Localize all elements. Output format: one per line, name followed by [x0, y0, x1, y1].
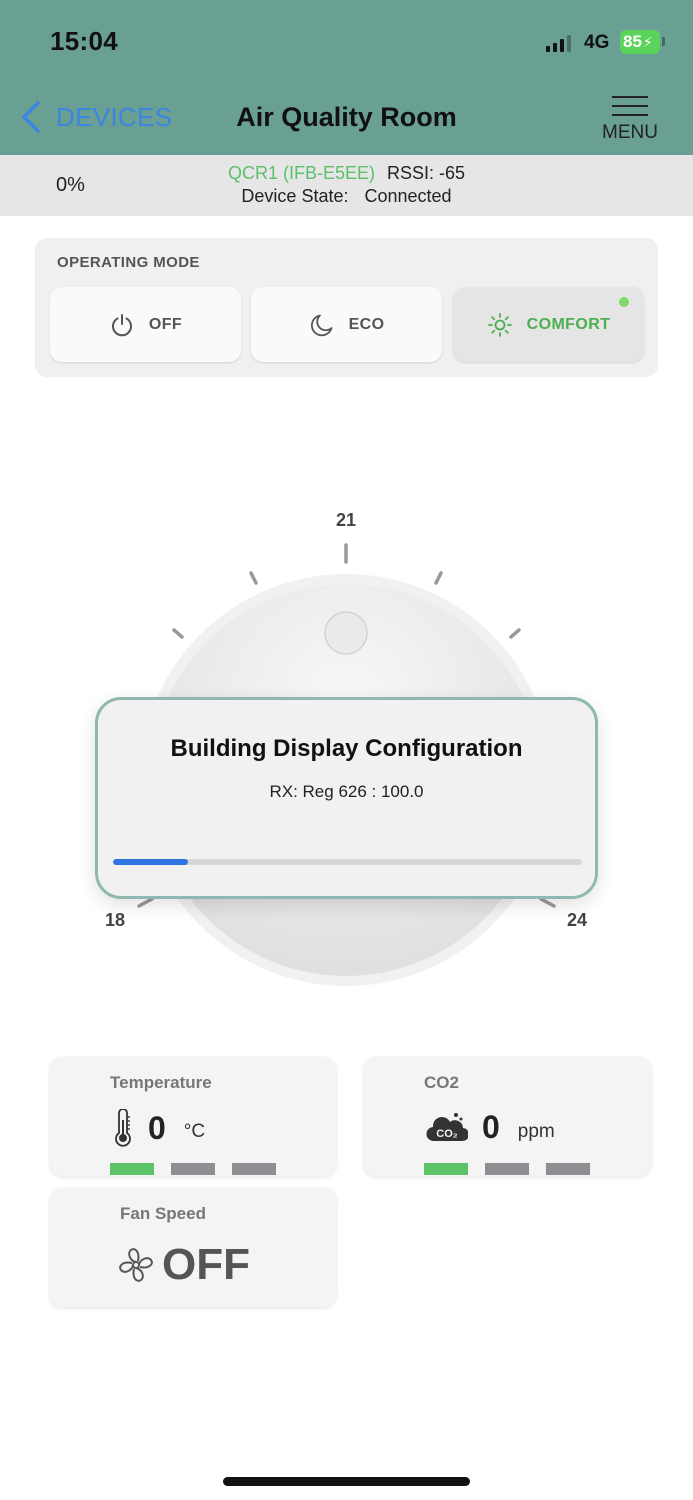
temperature-card: Temperature 0 °C: [50, 1057, 336, 1176]
menu-button[interactable]: MENU: [598, 96, 662, 144]
charging-bolt-icon: ⚡: [642, 33, 653, 50]
page-title: Air Quality Room: [236, 102, 457, 132]
back-label: DEVICES: [56, 101, 173, 132]
menu-label: MENU: [602, 122, 658, 143]
temperature-unit: °C: [183, 1121, 206, 1142]
cell-signal-icon: [546, 34, 571, 52]
mode-eco-button[interactable]: ECO: [251, 287, 442, 362]
svg-text:CO₂: CO₂: [436, 1128, 458, 1140]
home-indicator[interactable]: [223, 1477, 470, 1486]
battery-cap: [662, 37, 665, 46]
dialog-message: RX: Reg 626 : 100.0: [269, 782, 424, 801]
mode-comfort-label: COMFORT: [526, 315, 611, 333]
level-segment-2: [171, 1163, 215, 1175]
dial-label-mid: 21: [336, 510, 357, 530]
active-indicator-dot: [619, 297, 629, 307]
device-status-bar: 0% QCR1 (IFB-E5EE) RSSI: -65 Device State…: [0, 155, 693, 216]
rssi-value: RSSI: -65: [387, 163, 466, 183]
dialog-title: Building Display Configuration: [170, 735, 523, 762]
chevron-left-icon: [22, 101, 40, 133]
operating-mode-title: OPERATING MODE: [57, 254, 200, 271]
co2-unit: ppm: [517, 1120, 555, 1142]
temperature-level-bar: [110, 1163, 276, 1175]
co2-cloud-icon: CO₂: [426, 1112, 468, 1141]
config-progress-dialog: Building Display Configuration RX: Reg 6…: [95, 697, 598, 899]
co2-title: CO2: [424, 1073, 459, 1092]
device-name: QCR1 (IFB-E5EE): [227, 163, 375, 183]
fan-icon: [119, 1248, 153, 1282]
status-time: 15:04: [50, 26, 118, 56]
fan-speed-value: OFF: [162, 1240, 250, 1289]
operating-mode-panel: OPERATING MODE OFF ECO COMFORT: [35, 238, 658, 377]
mode-off-label: OFF: [148, 315, 183, 333]
sun-icon: [487, 312, 512, 337]
device-state-label: Device State:: [241, 186, 349, 206]
app-header: 15:04 4G 85 ⚡ DEVICES Air Quality Room ME…: [0, 0, 693, 155]
level-segment-3: [546, 1163, 590, 1175]
battery-indicator: 85 ⚡: [620, 30, 660, 54]
dial-label-max: 24: [567, 910, 588, 930]
temperature-value: 0: [148, 1109, 166, 1146]
co2-value: 0: [482, 1109, 500, 1145]
thermometer-icon: [115, 1109, 131, 1147]
back-button[interactable]: DEVICES: [20, 100, 172, 134]
co2-card: CO2 CO₂ 0 ppm: [364, 1057, 651, 1176]
dial-handle: [324, 611, 368, 655]
device-state-value: Connected: [364, 186, 452, 206]
progress-bar-fill: [113, 859, 189, 865]
level-segment-2: [485, 1163, 529, 1175]
dial-label-min: 18: [105, 910, 126, 930]
fan-speed-card: Fan Speed OFF: [50, 1188, 336, 1307]
level-segment-3: [232, 1163, 276, 1175]
power-icon: [111, 313, 132, 336]
hamburger-icon: [612, 96, 648, 123]
level-segment-1: [110, 1163, 154, 1175]
temperature-title: Temperature: [110, 1073, 212, 1092]
progress-bar: [113, 859, 582, 865]
mode-comfort-button[interactable]: COMFORT: [453, 287, 644, 362]
fan-speed-title: Fan Speed: [120, 1204, 206, 1223]
mode-eco-label: ECO: [348, 315, 385, 333]
co2-level-bar: [424, 1163, 590, 1175]
level-segment-1: [424, 1163, 468, 1175]
moon-icon: [310, 314, 332, 336]
battery-level: 85: [623, 32, 642, 51]
mode-off-button[interactable]: OFF: [50, 287, 241, 362]
network-type: 4G: [584, 32, 610, 53]
